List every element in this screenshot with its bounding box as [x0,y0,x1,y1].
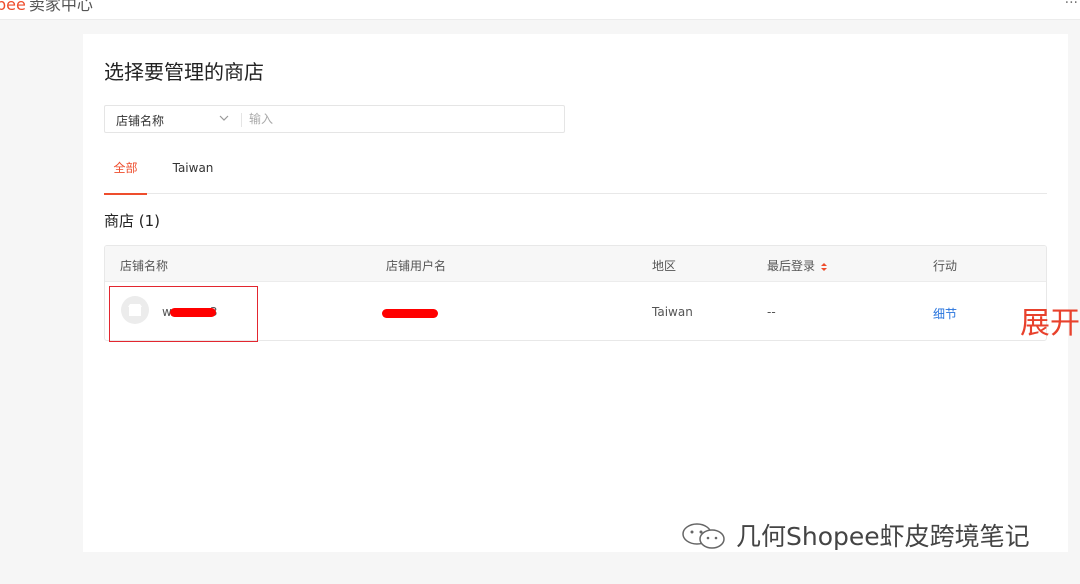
tab-all[interactable]: 全部 [104,152,147,195]
region-tabs: 全部 Taiwan [104,152,1047,195]
search-divider [241,113,242,127]
top-header: pee卖家中心 --... [0,0,1080,20]
wechat-icon [682,523,725,549]
highlight-annotation-box [109,286,258,342]
column-header-action: 行动 [933,259,958,273]
shop-count-title: 商店 (1) [104,212,161,230]
brand-subtitle: 卖家中心 [28,0,93,14]
shop-search-bar: 店铺名称 [104,105,565,133]
table-header: 店铺名称 店铺用户名 地区 最后登录 行动 [105,246,1046,282]
expand-annotation: 展开 [1020,306,1080,341]
chevron-down-icon [219,115,229,121]
column-header-username: 店铺用户名 [386,259,447,273]
search-input[interactable] [249,109,549,129]
brand-logo[interactable]: pee卖家中心 [0,0,93,15]
tab-taiwan[interactable]: Taiwan [168,152,218,194]
redaction-mark [382,309,438,318]
last-login-cell: -- [767,305,776,319]
watermark-text: 几何Shopee虾皮跨境笔记 [736,522,1030,551]
details-link[interactable]: 细节 [933,305,957,322]
column-header-region: 地区 [652,259,677,273]
page-title: 选择要管理的商店 [104,60,264,84]
region-cell: Taiwan [652,305,693,319]
sort-icon[interactable] [820,262,828,272]
search-field-label: 店铺名称 [116,114,165,128]
header-user[interactable]: --... [1055,0,1078,7]
column-header-shop-name: 店铺名称 [120,259,169,273]
search-field-select[interactable]: 店铺名称 [105,106,241,132]
column-header-last-login[interactable]: 最后登录 [767,257,828,274]
